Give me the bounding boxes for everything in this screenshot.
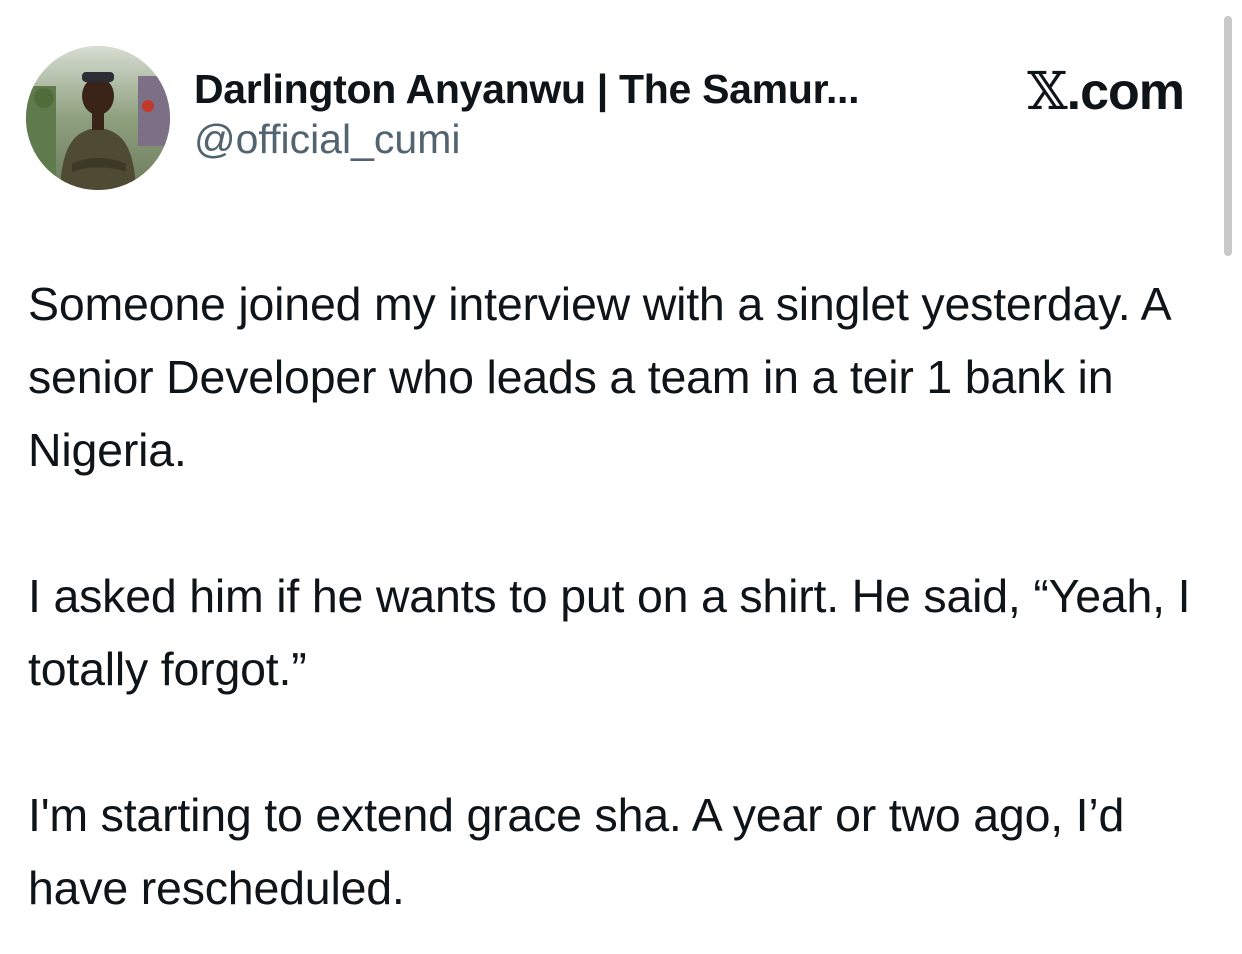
post-paragraph: I asked him if he wants to put on a shir…	[28, 570, 1191, 695]
author-display-name[interactable]: Darlington Anyanwu | The Samur...	[194, 64, 860, 114]
vertical-scrollbar[interactable]	[1224, 16, 1232, 256]
avatar[interactable]	[26, 46, 170, 190]
post-header: Darlington Anyanwu | The Samur... @offic…	[26, 46, 1196, 192]
post-paragraph: Someone joined my interview with a singl…	[28, 278, 1169, 476]
brand-domain: .com	[1066, 63, 1185, 121]
post-text: Someone joined my interview with a singl…	[28, 268, 1208, 925]
post-paragraph: I'm starting to extend grace sha. A year…	[28, 789, 1125, 914]
avatar-photo	[26, 46, 170, 190]
author-handle[interactable]: @official_cumi	[194, 114, 834, 164]
author-identity: Darlington Anyanwu | The Samur... @offic…	[194, 64, 860, 164]
x-logo: 𝕏.com	[1027, 62, 1185, 122]
x-icon: 𝕏	[1027, 62, 1067, 122]
